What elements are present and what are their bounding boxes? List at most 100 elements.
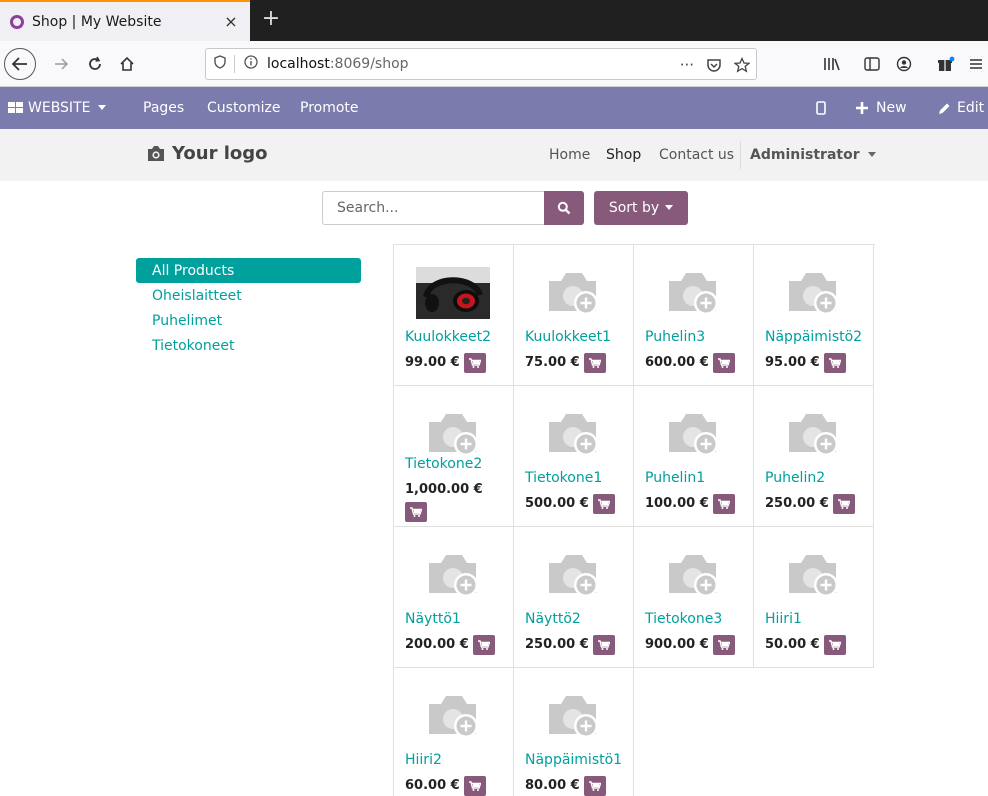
sidebar-button[interactable] — [860, 49, 884, 79]
add-to-cart-button[interactable] — [592, 494, 615, 514]
page-actions-icon[interactable]: ··· — [680, 56, 694, 74]
bookmark-star-icon[interactable] — [734, 57, 750, 73]
website-menu[interactable]: WEBSITE — [8, 87, 107, 129]
add-to-cart-button[interactable] — [583, 353, 606, 373]
category-item[interactable]: All Products — [136, 258, 361, 283]
mobile-preview-button[interactable] — [816, 87, 826, 129]
product-name[interactable]: Hiiri2 — [405, 752, 442, 768]
product-name[interactable]: Näppäimistö1 — [525, 752, 622, 768]
product-image[interactable] — [664, 549, 724, 601]
product-card[interactable]: Kuulokkeet2 99.00 € — [394, 245, 514, 386]
category-item[interactable]: Oheislaitteet — [136, 283, 361, 308]
product-name[interactable]: Tietokone1 — [525, 470, 602, 486]
back-button[interactable] — [4, 48, 36, 80]
add-to-cart-button[interactable] — [832, 494, 855, 514]
product-image[interactable] — [784, 408, 844, 460]
category-item[interactable]: Tietokoneet — [136, 333, 361, 358]
menu-divider — [740, 141, 741, 169]
search-button[interactable] — [544, 191, 584, 225]
product-image[interactable] — [664, 267, 724, 319]
product-price: 1,000.00 € — [405, 482, 483, 497]
product-card[interactable]: Hiiri2 60.00 € — [394, 668, 514, 796]
browser-tab[interactable]: Shop | My Website × — [0, 0, 250, 41]
add-to-cart-button[interactable] — [712, 635, 735, 655]
sort-by-label: Sort by — [608, 200, 660, 216]
product-name[interactable]: Kuulokkeet2 — [405, 329, 491, 345]
add-to-cart-button[interactable] — [583, 776, 606, 796]
product-card[interactable]: Puhelin3 600.00 € — [634, 245, 754, 386]
product-image[interactable] — [424, 690, 484, 742]
product-image[interactable] — [544, 267, 604, 319]
home-button[interactable] — [114, 49, 140, 79]
reload-button[interactable] — [82, 49, 108, 79]
library-button[interactable] — [820, 49, 844, 79]
product-card[interactable]: Tietokone2 1,000.00 € — [394, 386, 514, 527]
user-menu[interactable]: Administrator — [750, 147, 876, 163]
product-card[interactable]: Näyttö1 200.00 € — [394, 527, 514, 668]
forward-button[interactable] — [48, 49, 74, 79]
product-card[interactable]: Tietokone1 500.00 € — [514, 386, 634, 527]
add-to-cart-button[interactable] — [823, 353, 846, 373]
product-card[interactable]: Puhelin2 250.00 € — [754, 386, 874, 527]
new-tab-button[interactable]: + — [258, 6, 284, 32]
product-name[interactable]: Puhelin2 — [765, 470, 825, 486]
add-to-cart-button[interactable] — [712, 353, 735, 373]
product-card[interactable]: Kuulokkeet1 75.00 € — [514, 245, 634, 386]
category-item[interactable]: Puhelimet — [136, 308, 361, 333]
product-image[interactable] — [416, 267, 490, 319]
add-to-cart-button[interactable] — [823, 635, 846, 655]
account-button[interactable] — [892, 49, 916, 79]
product-card[interactable]: Näppäimistö2 95.00 € — [754, 245, 874, 386]
product-name[interactable]: Näyttö2 — [525, 611, 581, 627]
product-image[interactable] — [544, 549, 604, 601]
extensions-button[interactable] — [934, 49, 958, 79]
site-logo[interactable]: Your logo — [146, 143, 268, 164]
menu-home[interactable]: Home — [549, 147, 590, 163]
add-to-cart-button[interactable] — [463, 353, 486, 373]
website-menu-label: WEBSITE — [28, 100, 91, 116]
customize-menu[interactable]: Customize — [207, 87, 281, 129]
address-bar[interactable]: localhost:8069/shop ··· — [205, 48, 757, 80]
product-card[interactable]: Näyttö2 250.00 € — [514, 527, 634, 668]
product-name[interactable]: Näyttö1 — [405, 611, 461, 627]
product-image[interactable] — [424, 408, 484, 460]
menu-shop[interactable]: Shop — [606, 147, 641, 163]
sort-by-dropdown[interactable]: Sort by — [594, 191, 688, 225]
add-to-cart-button[interactable] — [592, 635, 615, 655]
product-image[interactable] — [544, 690, 604, 742]
add-to-cart-button[interactable] — [405, 502, 427, 522]
product-card[interactable]: Hiiri1 50.00 € — [754, 527, 874, 668]
pocket-icon[interactable] — [706, 57, 722, 73]
home-icon — [120, 56, 134, 71]
product-image[interactable] — [784, 267, 844, 319]
product-name[interactable]: Hiiri1 — [765, 611, 802, 627]
shopping-cart-icon — [717, 499, 730, 509]
product-name[interactable]: Tietokone2 — [405, 456, 482, 472]
product-image[interactable] — [784, 549, 844, 601]
edit-button[interactable]: Edit — [938, 87, 984, 129]
product-image[interactable] — [664, 408, 724, 460]
add-to-cart-button[interactable] — [712, 494, 735, 514]
tracking-shield-icon[interactable] — [206, 55, 234, 73]
add-to-cart-button[interactable] — [472, 635, 495, 655]
product-card[interactable]: Puhelin1 100.00 € — [634, 386, 754, 527]
menu-contact-us[interactable]: Contact us — [659, 147, 734, 163]
product-name[interactable]: Kuulokkeet1 — [525, 329, 611, 345]
product-card[interactable]: Näppäimistö1 80.00 € — [514, 668, 634, 796]
pages-menu[interactable]: Pages — [143, 87, 184, 129]
product-name[interactable]: Näppäimistö2 — [765, 329, 862, 345]
add-to-cart-button[interactable] — [463, 776, 486, 796]
product-price-row: 99.00 € — [405, 353, 510, 373]
product-name[interactable]: Puhelin1 — [645, 470, 705, 486]
site-info-icon[interactable] — [241, 55, 261, 73]
new-content-button[interactable]: New — [856, 87, 907, 129]
product-image[interactable] — [424, 549, 484, 601]
product-image[interactable] — [544, 408, 604, 460]
product-name[interactable]: Tietokone3 — [645, 611, 722, 627]
product-card[interactable]: Tietokone3 900.00 € — [634, 527, 754, 668]
app-menu-button[interactable] — [966, 49, 986, 79]
promote-menu[interactable]: Promote — [300, 87, 359, 129]
tab-close-icon[interactable]: × — [222, 12, 240, 31]
product-name[interactable]: Puhelin3 — [645, 329, 705, 345]
product-search-input[interactable]: Search... — [322, 191, 544, 225]
